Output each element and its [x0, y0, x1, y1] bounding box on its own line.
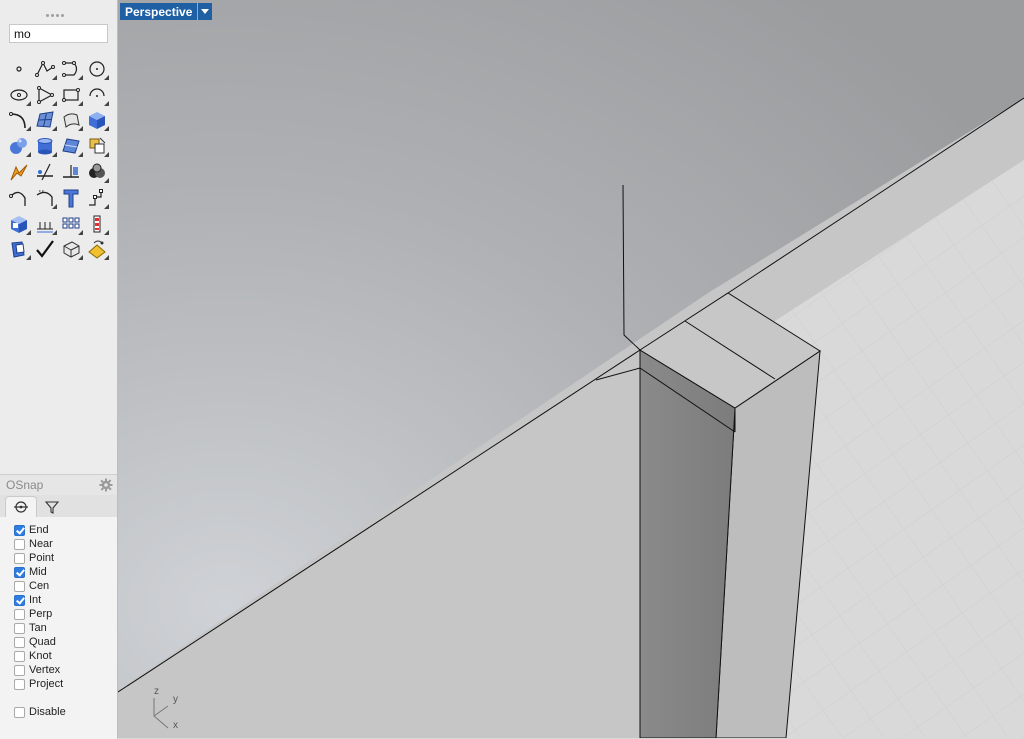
layer-icon[interactable]: [84, 211, 110, 237]
osnap-end-checkbox[interactable]: End: [14, 523, 117, 537]
3d-scene: [118, 0, 1024, 738]
point-icon[interactable]: [6, 56, 32, 82]
checkbox[interactable]: [14, 524, 25, 536]
axis-z-label: z: [154, 686, 159, 697]
filter-icon: [44, 501, 60, 514]
offset-curve-icon[interactable]: [6, 185, 32, 211]
checkbox[interactable]: [14, 664, 25, 676]
chevron-down-icon[interactable]: [198, 3, 213, 20]
checkbox[interactable]: [14, 706, 25, 718]
checkbox[interactable]: [14, 608, 25, 620]
osnap-vertex-checkbox[interactable]: Vertex: [14, 663, 117, 677]
arc-icon[interactable]: [84, 82, 110, 108]
osnap-knot-checkbox[interactable]: Knot: [14, 649, 117, 663]
checkbox[interactable]: [14, 650, 25, 662]
render-icon[interactable]: [84, 237, 110, 263]
axis-indicator: z y x: [148, 686, 188, 738]
mesh-icon[interactable]: [58, 237, 84, 263]
tab-selection-filter[interactable]: [37, 497, 67, 517]
osnap-label: End: [29, 524, 49, 536]
osnap-near-checkbox[interactable]: Near: [14, 537, 117, 551]
array-icon[interactable]: [58, 211, 84, 237]
osnap-label: Int: [29, 594, 42, 606]
osnap-label: Knot: [29, 650, 52, 662]
split-icon[interactable]: [58, 159, 84, 185]
osnap-label: Quad: [29, 636, 56, 648]
osnap-label: Near: [29, 538, 53, 550]
osnap-label: Project: [29, 678, 64, 690]
osnap-cen-checkbox[interactable]: Cen: [14, 579, 117, 593]
polygon-icon[interactable]: [32, 82, 58, 108]
osnap-list: End Near Point Mid Cen Int Perp Tan Quad…: [0, 517, 117, 719]
checkbox[interactable]: [14, 622, 25, 634]
surface-patch-icon[interactable]: [32, 108, 58, 134]
transform-icon[interactable]: [6, 159, 32, 185]
sphere-icon[interactable]: [6, 133, 32, 159]
snap-target-icon: [14, 501, 28, 513]
osnap-label: Cen: [29, 580, 50, 592]
osnap-mid-checkbox[interactable]: Mid: [14, 565, 117, 579]
checkbox[interactable]: [14, 580, 25, 592]
viewport-title-tab[interactable]: Perspective: [120, 3, 213, 20]
osnap-tan-checkbox[interactable]: Tan: [14, 621, 117, 635]
surface-edit-icon[interactable]: [58, 133, 84, 159]
osnap-title: OSnap: [6, 478, 44, 492]
analyze-icon[interactable]: [84, 159, 110, 185]
osnap-disable-checkbox[interactable]: Disable: [14, 705, 117, 719]
project-curve-icon[interactable]: [32, 185, 58, 211]
osnap-point-checkbox[interactable]: Point: [14, 551, 117, 565]
perspective-viewport[interactable]: Perspective z y x: [118, 0, 1024, 738]
solid-edit-icon[interactable]: [6, 211, 32, 237]
check-icon[interactable]: [32, 237, 58, 263]
extrude-surface-icon[interactable]: [58, 108, 84, 134]
point-curve-icon[interactable]: [84, 185, 110, 211]
box-icon[interactable]: [84, 108, 110, 134]
axis-y-label: y: [173, 694, 178, 705]
ellipse-icon[interactable]: [6, 82, 32, 108]
osnap-project-checkbox[interactable]: Project: [14, 677, 117, 691]
dimension-icon[interactable]: [32, 211, 58, 237]
tab-osnap[interactable]: [5, 496, 37, 517]
osnap-label: Mid: [29, 566, 47, 578]
gear-icon[interactable]: [99, 478, 113, 492]
text-icon[interactable]: [58, 185, 84, 211]
checkbox[interactable]: [14, 552, 25, 564]
osnap-perp-checkbox[interactable]: Perp: [14, 607, 117, 621]
osnap-tabbar: [0, 495, 117, 517]
left-panel: OSnap: [0, 0, 118, 739]
toolbar-grid: [6, 56, 112, 262]
trim-icon[interactable]: [32, 159, 58, 185]
block-icon[interactable]: [6, 237, 32, 263]
circle-icon[interactable]: [84, 56, 110, 82]
boolean-icon[interactable]: [84, 133, 110, 159]
rectangle-icon[interactable]: [58, 82, 84, 108]
fillet-curve-icon[interactable]: [6, 108, 32, 134]
osnap-label: Vertex: [29, 664, 61, 676]
checkbox[interactable]: [14, 594, 25, 606]
curve-icon[interactable]: [58, 56, 84, 82]
osnap-label: Tan: [29, 622, 47, 634]
checkbox[interactable]: [14, 678, 25, 690]
checkbox[interactable]: [14, 636, 25, 648]
checkbox[interactable]: [14, 566, 25, 578]
osnap-header: OSnap: [0, 475, 117, 495]
polyline-icon[interactable]: [32, 56, 58, 82]
osnap-label: Point: [29, 552, 55, 564]
osnap-int-checkbox[interactable]: Int: [14, 593, 117, 607]
panel-grip-handle[interactable]: [46, 4, 72, 17]
cylinder-icon[interactable]: [32, 133, 58, 159]
osnap-quad-checkbox[interactable]: Quad: [14, 635, 117, 649]
axis-x-label: x: [173, 720, 178, 731]
viewport-title[interactable]: Perspective: [120, 3, 198, 20]
osnap-label: Perp: [29, 608, 53, 620]
osnap-panel: OSnap End Near Point Mid Cen Int Perp Ta…: [0, 474, 117, 739]
checkbox[interactable]: [14, 538, 25, 550]
command-search-input[interactable]: [9, 24, 108, 43]
osnap-label: Disable: [29, 706, 66, 718]
